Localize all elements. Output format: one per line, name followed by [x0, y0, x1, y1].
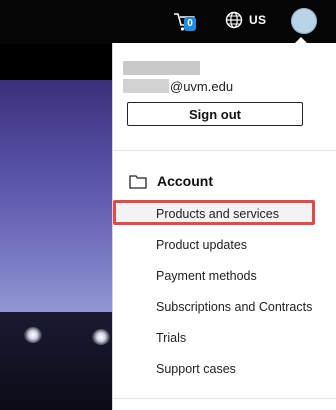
folder-icon: [129, 174, 147, 189]
menu-item-subscriptions-and-contracts[interactable]: Subscriptions and Contracts: [156, 300, 312, 314]
region-selector[interactable]: US: [249, 13, 266, 27]
stage-light: [92, 329, 110, 345]
menu-divider: [113, 150, 336, 151]
user-avatar[interactable]: [291, 8, 317, 34]
top-navigation-bar: [0, 0, 336, 44]
cart-count-badge: 0: [184, 17, 196, 31]
menu-item-payment-methods[interactable]: Payment methods: [156, 269, 257, 283]
globe-icon[interactable]: [225, 11, 243, 29]
menu-item-support-cases[interactable]: Support cases: [156, 362, 236, 376]
menu-divider: [113, 398, 336, 399]
sign-out-button[interactable]: Sign out: [127, 102, 303, 126]
account-section-header: Account: [129, 171, 213, 191]
menu-item-trials[interactable]: Trials: [156, 331, 186, 345]
redacted-user-name: [123, 61, 200, 75]
redacted-email-user: [123, 79, 169, 93]
stage-light: [24, 327, 42, 343]
account-section-title: Account: [157, 173, 213, 189]
menu-item-product-updates[interactable]: Product updates: [156, 238, 247, 252]
user-email-domain: @uvm.edu: [170, 79, 234, 94]
account-dropdown-menu: @uvm.edu Sign out Account Products and s…: [112, 43, 336, 410]
menu-item-products-and-services[interactable]: Products and services: [156, 207, 279, 221]
